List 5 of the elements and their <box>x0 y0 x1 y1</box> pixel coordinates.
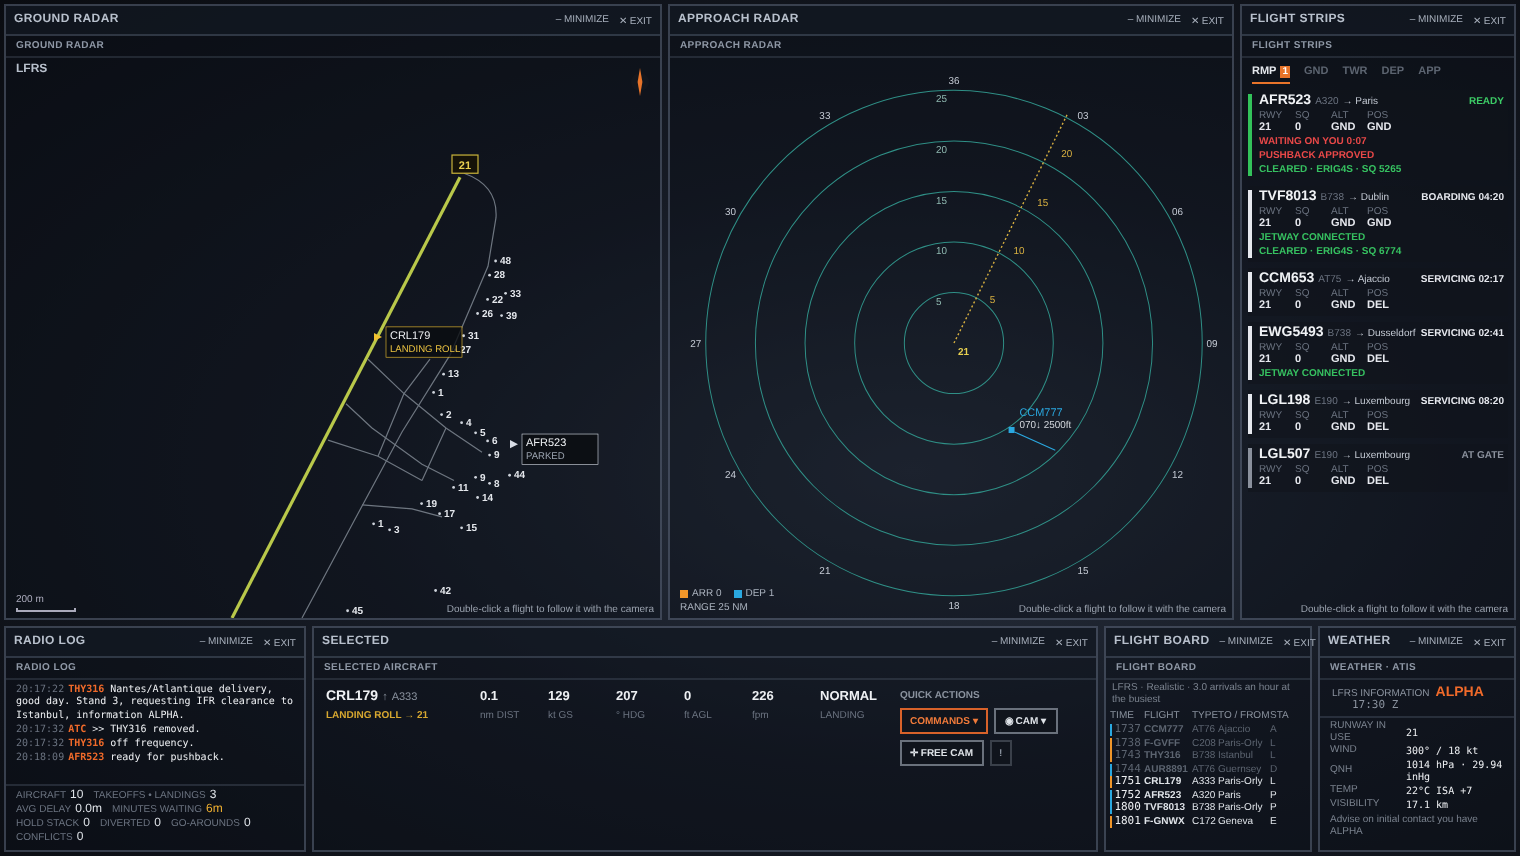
aircraft-blip[interactable] <box>1008 426 1015 433</box>
aircraft-tag[interactable] <box>521 433 599 465</box>
aircraft-tag[interactable] <box>385 326 463 358</box>
leader-line <box>1014 431 1056 451</box>
scale-bar <box>16 608 76 612</box>
